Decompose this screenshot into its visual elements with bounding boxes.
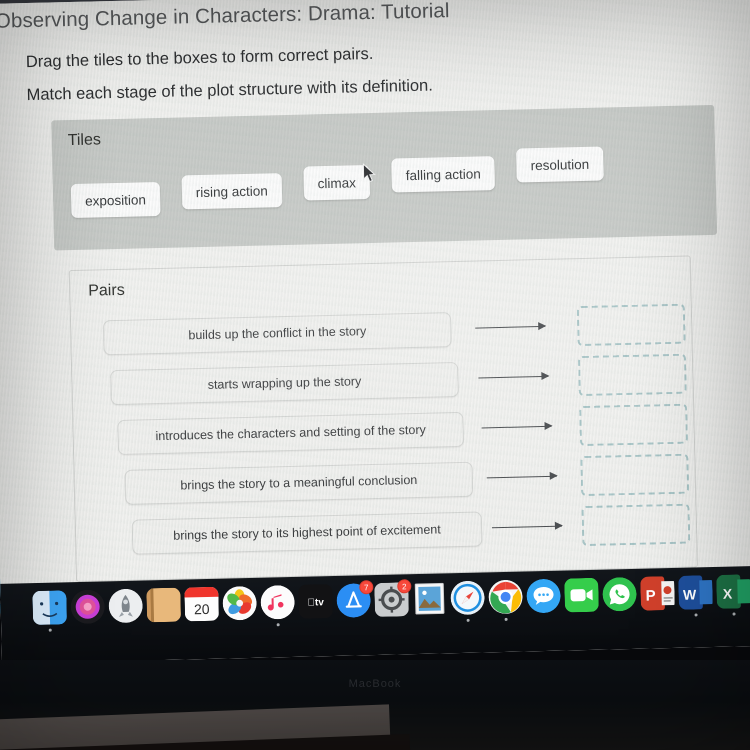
device-brand-text: MacBook	[348, 678, 402, 690]
dock-item-messages[interactable]	[526, 579, 561, 614]
running-indicator	[276, 623, 280, 627]
instructions-block: Drag the tiles to the boxes to form corr…	[26, 44, 434, 120]
tile-rising-action[interactable]: rising action	[181, 173, 283, 210]
dock-item-system-preferences[interactable]: 2	[374, 579, 412, 617]
dock-item-google-chrome[interactable]	[488, 579, 523, 621]
pair-definition[interactable]: starts wrapping up the story	[110, 361, 459, 405]
pairs-label: Pairs	[88, 281, 125, 300]
tiles-panel: Tiles exposition rising action climax fa…	[51, 104, 718, 251]
app-store-badge: 7	[359, 580, 374, 595]
svg-text:W: W	[683, 586, 697, 602]
dock-item-app-store[interactable]: 7	[336, 580, 374, 618]
launchpad-rocket-icon	[108, 588, 143, 623]
photo-of-laptop-screen: f1.app.edmentum.com/ Observing Change in…	[0, 0, 750, 750]
svg-text:20: 20	[194, 601, 210, 617]
dock-item-apple-tv[interactable]: tv	[298, 584, 333, 619]
siri-icon	[70, 589, 105, 624]
dock-item-word[interactable]: W	[678, 575, 713, 617]
drop-target[interactable]	[581, 503, 691, 547]
calendar-icon: 20	[184, 586, 219, 622]
laptop-screen: f1.app.edmentum.com/ Observing Change in…	[0, 0, 750, 664]
pair-definition[interactable]: brings the story to a meaningful conclus…	[124, 461, 474, 505]
dock-item-whatsapp[interactable]	[602, 577, 637, 612]
tiles-label: Tiles	[67, 131, 102, 150]
tile-resolution[interactable]: resolution	[516, 146, 604, 183]
pair-definition[interactable]: brings the story to its highest point of…	[131, 510, 483, 555]
system-preferences-badge: 2	[397, 579, 412, 594]
chrome-icon	[488, 579, 523, 615]
drop-target[interactable]	[576, 303, 686, 347]
dock-item-excel[interactable]: X	[716, 574, 750, 616]
arrow-right-icon	[486, 471, 558, 480]
safari-compass-icon	[450, 580, 485, 615]
svg-text:tv: tv	[307, 597, 324, 608]
finder-icon	[32, 590, 67, 626]
running-indicator	[504, 617, 508, 621]
contacts-book-icon	[146, 587, 182, 623]
instruction-line-2: Match each stage of the plot structure w…	[26, 76, 434, 105]
pair-definition[interactable]: builds up the conflict in the story	[102, 311, 452, 355]
tiles-row: exposition rising action climax falling …	[66, 146, 604, 219]
instruction-line-1: Drag the tiles to the boxes to form corr…	[25, 44, 374, 72]
svg-text:P: P	[645, 587, 655, 604]
dock-item-preview[interactable]	[412, 581, 447, 616]
svg-text:X: X	[723, 586, 733, 602]
dock-item-launchpad[interactable]	[108, 588, 143, 623]
dock-item-contacts[interactable]	[146, 587, 182, 623]
arrow-right-icon	[491, 521, 564, 530]
dock-item-facetime[interactable]	[564, 577, 599, 613]
dock-item-siri[interactable]	[70, 589, 105, 624]
running-indicator	[694, 613, 698, 617]
dock-item-powerpoint[interactable]: P	[640, 576, 675, 611]
dock-item-calendar[interactable]: 20	[184, 586, 219, 622]
whatsapp-icon	[602, 577, 637, 612]
messages-bubble-icon	[526, 579, 561, 614]
pairs-rows: builds up the conflict in the story star…	[85, 299, 691, 563]
dock-items: 20 tv	[32, 574, 750, 632]
pair-definition[interactable]: introduces the characters and setting of…	[117, 411, 465, 455]
word-icon: W	[678, 575, 713, 610]
arrow-right-icon	[481, 421, 553, 430]
running-indicator	[732, 612, 736, 616]
web-page-content: Observing Change in Characters: Drama: T…	[0, 0, 750, 604]
facetime-video-icon	[564, 577, 599, 613]
powerpoint-icon: P	[640, 576, 675, 611]
drop-target[interactable]	[579, 403, 689, 447]
arrow-right-icon	[478, 371, 550, 380]
dock-item-safari[interactable]	[450, 580, 485, 622]
running-indicator	[466, 618, 470, 622]
arrow-right-icon	[475, 321, 547, 330]
apple-tv-icon: tv	[298, 584, 333, 619]
tile-falling-action[interactable]: falling action	[391, 156, 496, 193]
dock-item-finder[interactable]	[32, 590, 67, 632]
photos-pinwheel-icon	[222, 586, 257, 621]
music-note-icon	[260, 585, 295, 620]
mouse-pointer-icon	[362, 162, 376, 183]
running-indicator	[48, 628, 52, 632]
excel-icon: X	[716, 574, 750, 609]
drop-target[interactable]	[580, 453, 690, 497]
dock-item-photos[interactable]	[222, 586, 257, 621]
dock-item-music[interactable]	[260, 585, 295, 627]
tile-exposition[interactable]: exposition	[70, 181, 161, 219]
preview-stamp-icon	[412, 581, 447, 616]
page-title: Observing Change in Characters: Drama: T…	[0, 0, 450, 33]
drop-target[interactable]	[577, 353, 687, 397]
pairs-panel: Pairs builds up the conflict in the stor…	[68, 255, 698, 583]
tile-climax[interactable]: climax	[303, 165, 371, 201]
